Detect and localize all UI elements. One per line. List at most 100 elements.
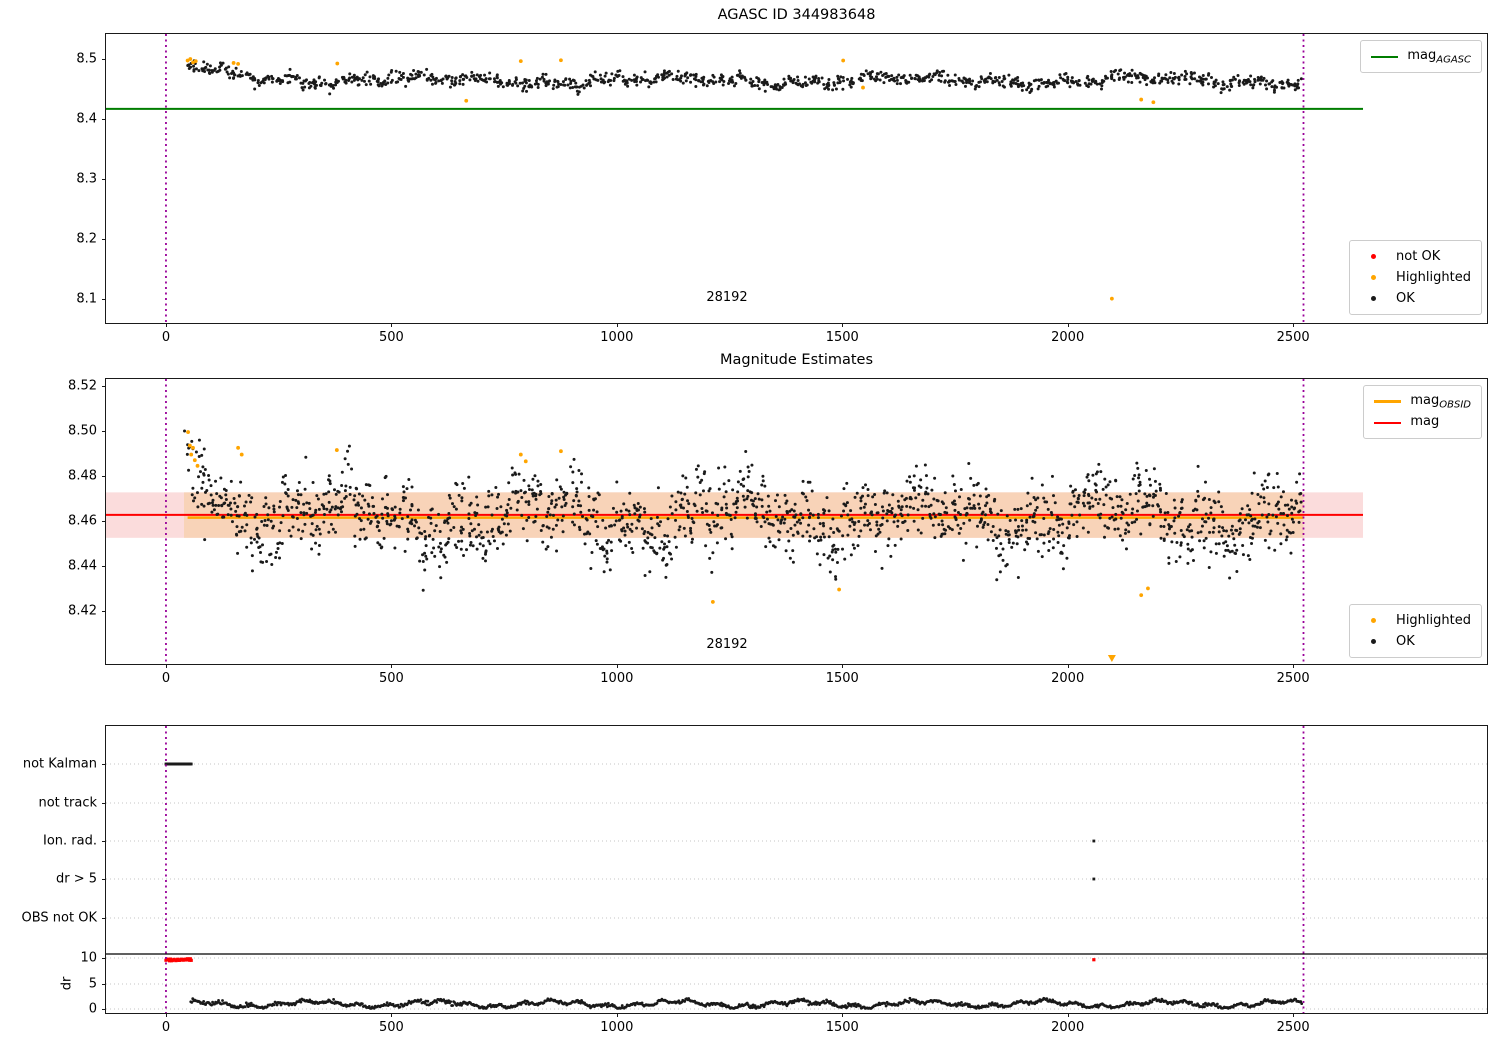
y-tick-mark: [102, 299, 106, 301]
x-tick-label: 1000: [600, 671, 634, 686]
y-tick-mark: [102, 565, 106, 567]
black-dot-swatch: [1360, 291, 1387, 306]
x-tick-label: 0: [161, 1020, 171, 1035]
x-tick-mark: [165, 664, 167, 668]
mag-agasc-legend: magAGASC: [1360, 40, 1482, 73]
y-tick-label: 8.48: [68, 468, 97, 484]
y-tick-mark: [102, 984, 106, 985]
dr-tick-label: 0: [88, 1001, 97, 1017]
y-tick-label: 8.2: [76, 231, 97, 247]
red-line-swatch: [1374, 421, 1402, 424]
y-tick-mark: [102, 520, 106, 522]
x-tick-label: 1500: [825, 671, 859, 686]
legend-label: mag: [1410, 413, 1440, 429]
y-tick-mark: [102, 430, 106, 432]
legend-label: magAGASC: [1407, 47, 1471, 66]
x-tick-label: 0: [161, 330, 171, 345]
top-chart: AGASC ID 344983648 magAGASC not OK Highl…: [76, 7, 1488, 345]
legend-label: not OK: [1396, 249, 1441, 264]
legend-label: Highlighted: [1396, 613, 1471, 628]
x-tick-mark: [616, 1013, 618, 1017]
dr-axis-label: dr: [59, 976, 75, 991]
y-tick-label: 8.42: [68, 603, 97, 619]
x-tick-label: 1000: [600, 330, 634, 345]
x-tick-mark: [1067, 664, 1069, 668]
orange-dot-swatch: [1360, 613, 1387, 628]
flag-row-label: not track: [38, 795, 97, 811]
legend-item-mag: mag: [1374, 412, 1471, 433]
y-tick-mark: [102, 385, 106, 387]
x-tick-mark: [1293, 664, 1295, 668]
legend-item-mag-obsid: magOBSID: [1374, 391, 1471, 412]
middle-plot-svg: [106, 379, 1364, 664]
x-tick-mark: [1293, 1013, 1295, 1017]
x-tick-label: 2500: [1276, 1020, 1310, 1035]
x-tick-mark: [616, 323, 618, 327]
x-tick-label: 2000: [1051, 330, 1085, 345]
x-tick-mark: [1067, 1013, 1069, 1017]
orange-line-swatch: [1374, 400, 1402, 403]
legend-item-ok: OK: [1360, 288, 1471, 309]
y-tick-label: 8.44: [68, 558, 97, 574]
top-chart-title: AGASC ID 344983648: [717, 7, 876, 23]
x-tick-label: 1000: [600, 1020, 634, 1035]
legend-label: magOBSID: [1410, 392, 1471, 411]
x-tick-label: 1500: [825, 1020, 859, 1035]
green-line-swatch: [1371, 55, 1399, 58]
legend-item-not-ok: not OK: [1360, 246, 1471, 267]
y-tick-label: 8.50: [68, 423, 97, 439]
y-tick-label: 8.5: [76, 51, 97, 67]
y-tick-mark: [102, 841, 106, 842]
x-tick-label: 1500: [825, 330, 859, 345]
y-tick-mark: [102, 1009, 106, 1010]
x-tick-mark: [391, 664, 393, 668]
y-tick-mark: [102, 918, 106, 919]
legend-item-mag-agasc: magAGASC: [1371, 46, 1471, 67]
x-tick-label: 500: [378, 671, 404, 686]
x-tick-mark: [391, 323, 393, 327]
y-tick-label: 8.4: [76, 111, 97, 127]
black-dot-swatch: [1360, 634, 1387, 649]
middle-chart-title: Magnitude Estimates: [719, 352, 874, 368]
obsid-annotation: 28192: [706, 637, 748, 652]
x-tick-mark: [1067, 323, 1069, 327]
y-tick-mark: [102, 764, 106, 765]
x-tick-label: 2000: [1051, 671, 1085, 686]
legend-label: OK: [1396, 634, 1415, 649]
x-tick-label: 2500: [1276, 671, 1310, 686]
legend-label: OK: [1396, 291, 1415, 306]
x-tick-mark: [842, 1013, 844, 1017]
obsid-annotation: 28192: [706, 290, 748, 305]
x-tick-mark: [165, 323, 167, 327]
y-tick-mark: [102, 119, 106, 121]
x-tick-mark: [1293, 323, 1295, 327]
legend-item-highlighted: Highlighted: [1360, 610, 1471, 631]
y-tick-mark: [102, 958, 106, 959]
top-plot-svg: [106, 34, 1364, 323]
y-tick-mark: [102, 610, 106, 612]
dr-tick-label: 10: [80, 950, 97, 966]
x-tick-label: 500: [378, 330, 404, 345]
x-tick-mark: [165, 1013, 167, 1017]
x-tick-mark: [842, 323, 844, 327]
bottom-chart: dr 0 500 1000 1500 2000 2500 not Kalman not tra…: [22, 725, 1488, 1035]
y-tick-mark: [102, 239, 106, 241]
y-tick-mark: [102, 803, 106, 804]
legend-item-highlighted: Highlighted: [1360, 267, 1471, 288]
bottom-plot-svg: [106, 726, 1487, 1013]
x-tick-mark: [616, 664, 618, 668]
legend-item-ok: OK: [1360, 631, 1471, 652]
legend-label: Highlighted: [1396, 270, 1471, 285]
flag-row-label: Ion. rad.: [43, 833, 97, 849]
y-tick-label: 8.46: [68, 513, 97, 529]
middle-chart: Magnitude Estimates magOBSID mag Highlig…: [68, 352, 1488, 686]
middle-points-legend: Highlighted OK: [1349, 604, 1482, 658]
x-tick-label: 2500: [1276, 330, 1310, 345]
y-tick-label: 8.3: [76, 171, 97, 187]
mag-lines-legend: magOBSID mag: [1363, 385, 1482, 439]
dr-tick-label: 5: [88, 976, 97, 992]
flag-row-label: not Kalman: [22, 756, 97, 772]
flag-row-label: OBS not OK: [21, 910, 98, 926]
x-tick-mark: [391, 1013, 393, 1017]
figure: AGASC ID 344983648 magAGASC not OK Highl…: [0, 0, 1500, 1050]
